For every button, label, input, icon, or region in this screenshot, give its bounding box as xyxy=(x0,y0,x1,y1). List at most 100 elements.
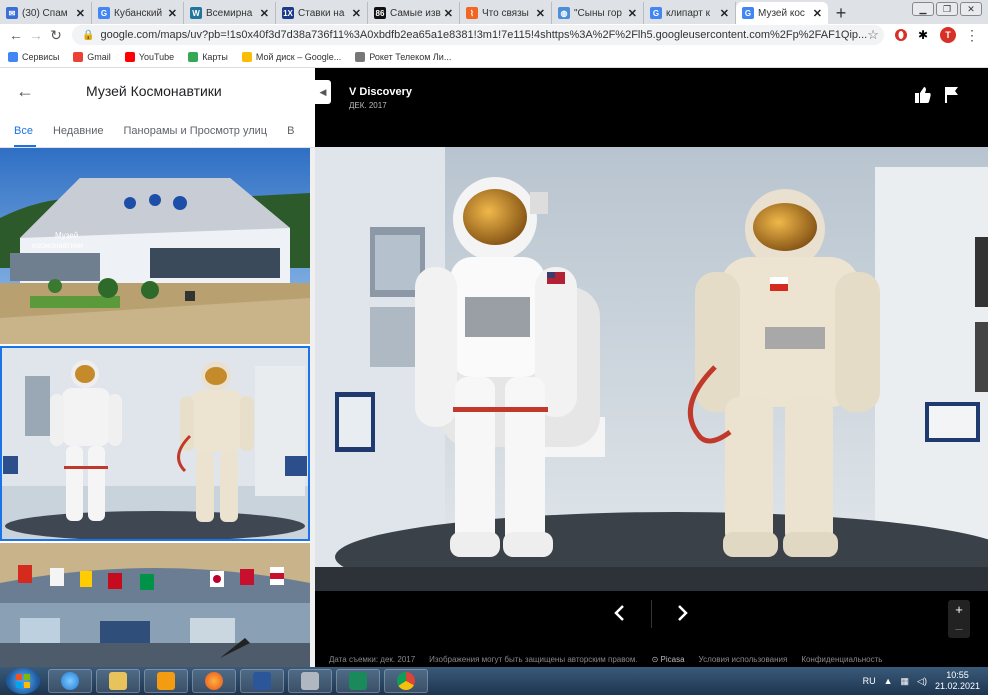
lock-icon: 🔒 xyxy=(82,29,95,41)
browser-toolbar: ← → ↻ 🔒 google.com/maps/uv?pb=!1s0x40f3d… xyxy=(0,24,988,46)
arrow-divider xyxy=(651,600,652,628)
profile-avatar[interactable]: T xyxy=(940,27,956,43)
zoom-out-button[interactable]: – xyxy=(955,622,962,635)
thumbs-up-icon[interactable] xyxy=(914,86,932,104)
volume-icon[interactable]: ◁) xyxy=(917,676,927,687)
browser-tab[interactable]: 1X Ставки на ✕ xyxy=(276,2,368,24)
previous-photo-arrow-icon[interactable] xyxy=(610,603,630,623)
bookmark-label: YouTube xyxy=(138,51,175,62)
tab-title: Музей кос xyxy=(758,7,805,19)
browser-tab[interactable]: W Всемирна ✕ xyxy=(184,2,276,24)
new-tab-button[interactable]: + xyxy=(828,2,854,24)
windows-logo-icon xyxy=(16,674,30,688)
panel-header: ← Музей Космонавтики xyxy=(0,68,315,114)
media-player-icon xyxy=(157,672,175,690)
tray-expand-icon[interactable]: ▲ xyxy=(884,676,893,686)
tab-favicon-icon: ◍ xyxy=(558,7,570,19)
tab-favicon-icon: G xyxy=(742,7,754,19)
browser-tab[interactable]: G Музей кос ✕ xyxy=(736,2,828,24)
tab-panoramas[interactable]: Панорамы и Просмотр улиц xyxy=(124,125,268,137)
tab-title: Всемирна xyxy=(206,7,253,19)
menu-kebab-icon[interactable]: ⋮ xyxy=(962,27,982,44)
tab-close-icon[interactable]: ✕ xyxy=(260,7,269,20)
start-button[interactable] xyxy=(6,668,40,694)
privacy-link[interactable]: Конфиденциальность xyxy=(801,655,882,664)
tab-close-icon[interactable]: ✕ xyxy=(76,7,85,20)
viewer-footer: Дата съемки: дек. 2017 Изображения могут… xyxy=(329,655,882,664)
taskbar-calculator[interactable] xyxy=(288,669,332,693)
browser-tab[interactable]: ⌇ Что связы ✕ xyxy=(460,2,552,24)
tab-title: (30) Спам xyxy=(22,7,68,19)
network-icon[interactable]: ▦ xyxy=(901,676,910,687)
taskbar-word[interactable] xyxy=(240,669,284,693)
back-button[interactable]: ← xyxy=(6,27,26,43)
bookmark-icon xyxy=(188,51,199,62)
forward-button[interactable]: → xyxy=(26,27,46,43)
hall-photo xyxy=(0,543,310,667)
browser-tab[interactable]: 86 Самые изв ✕ xyxy=(368,2,460,24)
minimize-button[interactable]: ▁ xyxy=(912,2,934,16)
tab-close-icon[interactable]: ✕ xyxy=(813,7,822,20)
chrome-icon xyxy=(397,672,415,690)
tab-close-icon[interactable]: ✕ xyxy=(168,7,177,20)
back-arrow-icon[interactable]: ← xyxy=(16,81,56,102)
browser-tab[interactable]: Gклипарт к ✕ xyxy=(644,2,736,24)
tab-close-icon[interactable]: ✕ xyxy=(628,7,637,20)
maximize-button[interactable]: ❐ xyxy=(936,2,958,16)
taskbar-firefox[interactable] xyxy=(192,669,236,693)
bookmarks-bar: Сервисы Gmail YouTube Карты Мой диск – Googl… xyxy=(0,46,988,68)
ie-icon xyxy=(61,672,79,690)
reload-button[interactable]: ↻ xyxy=(46,27,66,44)
building-sign-line1: Музей xyxy=(55,231,78,240)
photo-thumbnail-spacesuits[interactable] xyxy=(0,346,310,541)
taskbar-ie[interactable] xyxy=(48,669,92,693)
clock[interactable]: 10:55 21.02.2021 xyxy=(935,670,980,692)
bookmark-item[interactable]: Карты xyxy=(188,51,228,62)
bookmark-item[interactable]: Gmail xyxy=(73,51,111,62)
photo-filter-tabs: Все Недавние Панорамы и Просмотр улиц В xyxy=(0,114,315,148)
photo-thumbnail-hall[interactable] xyxy=(0,543,310,667)
tab-title: Кубанский xyxy=(114,7,163,19)
flag-icon[interactable] xyxy=(944,86,960,104)
extensions-puzzle-icon[interactable]: ✱ xyxy=(912,26,934,44)
folder-icon xyxy=(109,672,127,690)
capture-date: Дата съемки: дек. 2017 xyxy=(329,655,416,664)
browser-tab[interactable]: G Кубанский ✕ xyxy=(92,2,184,24)
browser-tab[interactable]: ◍ "Сыны гор ✕ xyxy=(552,2,644,24)
spacesuits-thumb-photo xyxy=(0,346,310,541)
tab-close-icon[interactable]: ✕ xyxy=(444,7,453,20)
tab-favicon-icon: G xyxy=(650,7,662,19)
bookmark-item[interactable]: Сервисы xyxy=(8,51,60,62)
photo-thumbnail-building[interactable]: Музей космонавтики xyxy=(0,148,310,344)
clock-time: 10:55 xyxy=(946,670,969,680)
taskbar-chrome[interactable] xyxy=(384,669,428,693)
tab-title: "Сыны гор xyxy=(574,7,622,19)
zoom-in-button[interactable]: + xyxy=(955,603,963,616)
browser-tab[interactable]: ✉ (30) Спам ✕ xyxy=(0,2,92,24)
collapse-panel-button[interactable]: ◀ xyxy=(315,80,331,104)
language-indicator[interactable]: RU xyxy=(863,676,876,686)
tab-recent[interactable]: Недавние xyxy=(53,125,104,137)
tab-close-icon[interactable]: ✕ xyxy=(720,7,729,20)
next-photo-arrow-icon[interactable] xyxy=(672,603,692,623)
opera-extension-icon[interactable] xyxy=(890,26,912,44)
tab-more[interactable]: В xyxy=(287,125,294,137)
bookmark-label: Сервисы xyxy=(22,51,60,62)
photo-date: ДЕК. 2017 xyxy=(349,101,387,110)
close-window-button[interactable]: ✕ xyxy=(960,2,982,16)
clock-date: 21.02.2021 xyxy=(934,681,980,691)
tab-close-icon[interactable]: ✕ xyxy=(352,7,361,20)
bookmark-star-icon[interactable]: ☆ xyxy=(867,27,879,43)
terms-link[interactable]: Условия использования xyxy=(699,655,788,664)
tab-all[interactable]: Все xyxy=(14,125,33,137)
tab-title: Что связы xyxy=(482,7,529,19)
word-icon xyxy=(253,672,271,690)
bookmark-item[interactable]: YouTube xyxy=(124,51,175,62)
taskbar-publisher[interactable] xyxy=(336,669,380,693)
taskbar-explorer[interactable] xyxy=(96,669,140,693)
taskbar-media-player[interactable] xyxy=(144,669,188,693)
bookmark-item[interactable]: Рокет Телеком Ли... xyxy=(355,51,451,62)
tab-close-icon[interactable]: ✕ xyxy=(536,7,545,20)
address-bar[interactable]: 🔒 google.com/maps/uv?pb=!1s0x40f3d7d38a7… xyxy=(72,25,884,45)
bookmark-item[interactable]: Мой диск – Google... xyxy=(241,51,341,62)
